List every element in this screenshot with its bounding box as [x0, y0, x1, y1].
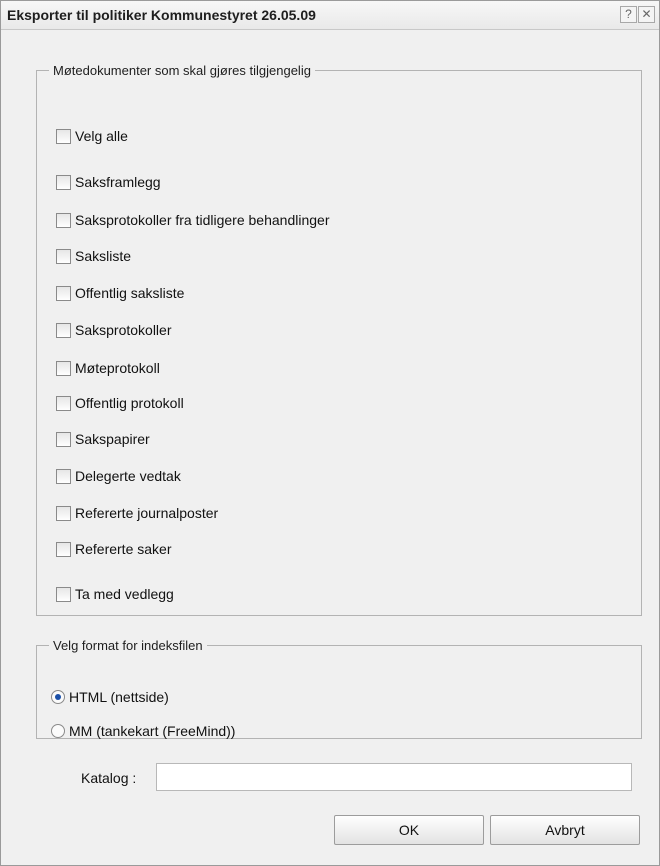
radio-html[interactable]: HTML (nettside) [51, 688, 169, 706]
checkbox-refererte-journalposter[interactable]: Refererte journalposter [56, 504, 218, 522]
checkbox-box[interactable] [56, 431, 71, 447]
checkbox-moteprotokoll[interactable]: Møteprotokoll [56, 359, 160, 377]
title-bar: Eksporter til politiker Kommunestyret 26… [1, 1, 659, 30]
checkbox-label: Saksliste [75, 248, 132, 264]
checkbox-offentlig-protokoll[interactable]: Offentlig protokoll [56, 394, 184, 412]
close-icon[interactable]: ✕ [638, 6, 655, 23]
checkbox-label: Saksframlegg [75, 174, 161, 190]
checkbox-label: Ta med vedlegg [75, 586, 174, 602]
checkbox-box[interactable] [56, 586, 71, 602]
checkbox-sakspapirer[interactable]: Sakspapirer [56, 430, 150, 448]
katalog-label: Katalog : [81, 770, 137, 786]
help-icon[interactable]: ? [620, 6, 637, 23]
radio-label: HTML (nettside) [69, 689, 169, 705]
checkbox-delegerte-vedtak[interactable]: Delegerte vedtak [56, 467, 181, 485]
checkbox-label: Saksprotokoller fra tidligere behandling… [75, 212, 330, 228]
dialog-title: Eksporter til politiker Kommunestyret 26… [7, 7, 316, 23]
checkbox-label: Velg alle [75, 128, 128, 144]
radio-mm[interactable]: MM (tankekart (FreeMind)) [51, 722, 235, 740]
checkbox-box[interactable] [56, 541, 71, 557]
checkbox-box[interactable] [56, 174, 71, 190]
katalog-input[interactable] [156, 763, 632, 791]
radio-button[interactable] [51, 724, 65, 738]
checkbox-saksliste[interactable]: Saksliste [56, 247, 131, 265]
checkbox-box[interactable] [56, 505, 71, 521]
checkbox-label: Refererte journalposter [75, 505, 219, 521]
checkbox-ta-med-vedlegg[interactable]: Ta med vedlegg [56, 585, 174, 603]
radio-button-selected[interactable] [51, 690, 65, 704]
checkbox-label: Offentlig protokoll [75, 395, 184, 411]
checkbox-offentlig-saksliste[interactable]: Offentlig saksliste [56, 284, 184, 302]
checkbox-label: Sakspapirer [75, 431, 150, 447]
checkbox-box[interactable] [56, 248, 71, 264]
export-dialog: Eksporter til politiker Kommunestyret 26… [0, 0, 660, 866]
cancel-button[interactable]: Avbryt [490, 815, 640, 845]
checkbox-refererte-saker[interactable]: Refererte saker [56, 540, 171, 558]
checkbox-box[interactable] [56, 360, 71, 376]
checkbox-saksframlegg[interactable]: Saksframlegg [56, 173, 161, 191]
format-group-legend: Velg format for indeksfilen [53, 638, 203, 653]
checkbox-box[interactable] [56, 468, 71, 484]
checkbox-saksprotokoller[interactable]: Saksprotokoller [56, 321, 172, 339]
checkbox-box[interactable] [56, 285, 71, 301]
radio-label: MM (tankekart (FreeMind)) [69, 723, 236, 739]
checkbox-box[interactable] [56, 212, 71, 228]
checkbox-label: Offentlig saksliste [75, 285, 185, 301]
checkbox-label: Saksprotokoller [75, 322, 172, 338]
checkbox-label: Delegerte vedtak [75, 468, 181, 484]
checkbox-label: Refererte saker [75, 541, 172, 557]
checkbox-saksprotokoller-tidligere[interactable]: Saksprotokoller fra tidligere behandling… [56, 211, 329, 229]
documents-group-legend: Møtedokumenter som skal gjøres tilgjenge… [53, 63, 311, 78]
checkbox-box[interactable] [56, 128, 71, 144]
checkbox-label: Møteprotokoll [75, 360, 160, 376]
ok-button[interactable]: OK [334, 815, 484, 845]
format-group: Velg format for indeksfilen HTML (nettsi… [36, 638, 642, 739]
checkbox-box[interactable] [56, 322, 71, 338]
documents-group: Møtedokumenter som skal gjøres tilgjenge… [36, 63, 642, 616]
checkbox-box[interactable] [56, 395, 71, 411]
checkbox-select-all[interactable]: Velg alle [56, 127, 128, 145]
